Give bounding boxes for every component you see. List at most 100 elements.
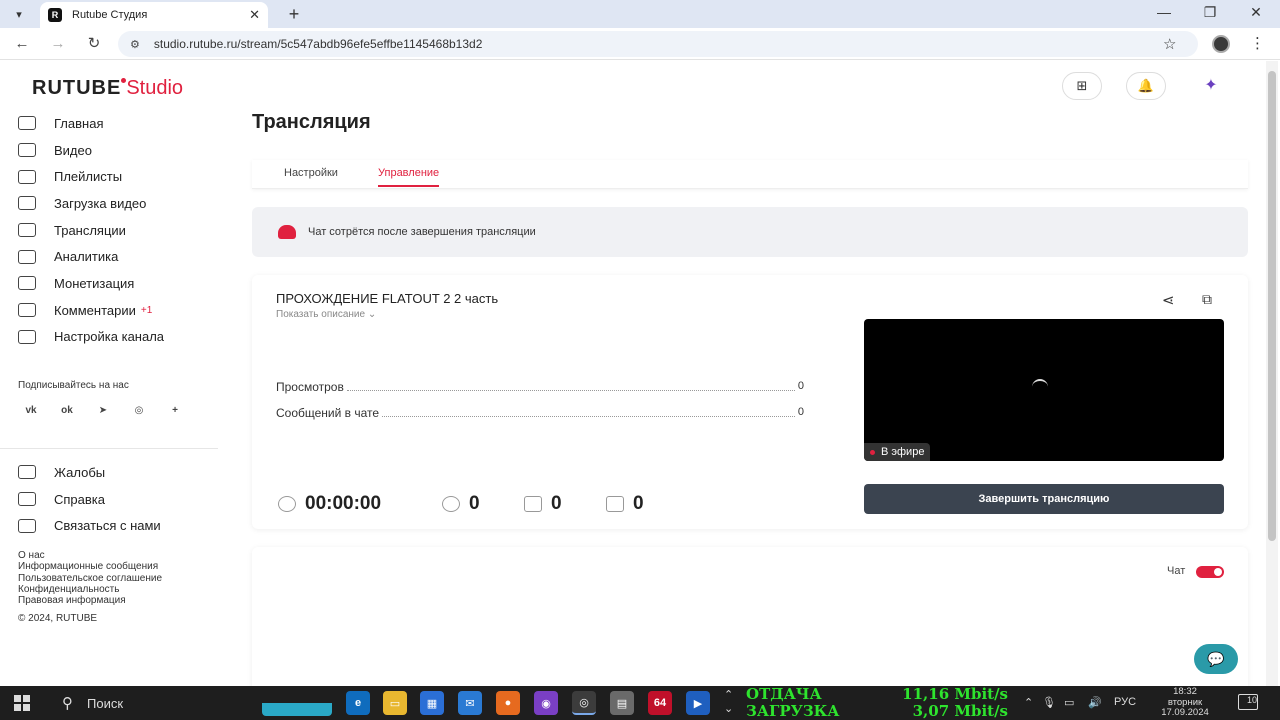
- share-icon[interactable]: ⋖: [1162, 291, 1175, 309]
- show-description-link[interactable]: Показать описание ⌄: [276, 309, 376, 320]
- tab-search-chevron-icon[interactable]: ▾: [8, 4, 30, 24]
- sidebar-item-home[interactable]: Главная: [18, 110, 218, 137]
- app-badge-icon[interactable]: ◉: [534, 691, 558, 715]
- sidebar-item-upload[interactable]: Загрузка видео: [18, 190, 218, 217]
- loading-spinner-icon: [1032, 379, 1048, 395]
- logo-studio: Studio: [126, 77, 184, 99]
- sidebar-item-playlists[interactable]: Плейлисты: [18, 163, 218, 190]
- clock-date: 17.09.2024: [1161, 707, 1209, 719]
- search-label: Поиск: [87, 695, 124, 711]
- sidebar-item-broadcasts[interactable]: Трансляции: [18, 217, 218, 244]
- footer-link-about[interactable]: О нас: [18, 550, 162, 561]
- likes-metric: 0: [524, 493, 562, 515]
- stream-card: ПРОХОЖДЕНИЕ FLATOUT 2 2 часть Показать о…: [252, 275, 1248, 529]
- language-indicator[interactable]: РУС: [1114, 696, 1136, 708]
- back-icon[interactable]: ←: [12, 34, 32, 54]
- url-text: studio.rutube.ru/stream/5c547abdb96efe5e…: [153, 37, 483, 51]
- minimize-icon[interactable]: —: [1154, 4, 1174, 20]
- stat-value: 0: [797, 380, 804, 392]
- bookmark-star-icon[interactable]: ☆: [1163, 35, 1176, 53]
- media-player-icon[interactable]: ▶: [686, 691, 710, 715]
- browser-tab[interactable]: R Rutube Студия ✕: [40, 2, 268, 28]
- sidebar-item-video[interactable]: Видео: [18, 137, 218, 164]
- windows-taskbar: ⚲ Поиск e ▭ ▦ ✉ ● ◉ ◎ ▤ 64 ▶ ⌃ ⌄ ОТДАЧА З…: [0, 686, 1280, 720]
- scrollbar-thumb[interactable]: [1268, 71, 1276, 541]
- sidebar-item-label: Трансляции: [54, 222, 126, 238]
- browser-menu-icon[interactable]: ⋮: [1250, 34, 1265, 52]
- notifications-button[interactable]: 🔔: [1126, 72, 1166, 100]
- follow-us-label: Подписывайтесь на нас: [18, 380, 129, 391]
- comments-badge: +1: [140, 304, 153, 316]
- tray-scroll-arrows-icon[interactable]: ⌃ ⌄: [724, 688, 733, 716]
- channel-avatar[interactable]: ✦: [1198, 75, 1224, 97]
- aida64-icon[interactable]: 64: [648, 691, 672, 715]
- forward-icon[interactable]: →: [48, 34, 68, 54]
- tray-chevron-icon[interactable]: ⌃: [1024, 696, 1033, 709]
- sidebar-item-label: Плейлисты: [54, 169, 123, 185]
- sidebar-item-channel-settings[interactable]: Настройка канала: [18, 324, 218, 351]
- telegram-icon[interactable]: ➤: [90, 399, 116, 421]
- stream-tabs: Настройки Управление: [252, 160, 1248, 189]
- store-icon[interactable]: ▦: [420, 691, 444, 715]
- tab-close-icon[interactable]: ✕: [249, 7, 260, 23]
- sidebar-item-monetization[interactable]: Монетизация: [18, 270, 218, 297]
- windows-start-icon[interactable]: [14, 695, 30, 711]
- network-app-icon[interactable]: ▤: [610, 691, 634, 715]
- window-close-icon[interactable]: ✕: [1246, 4, 1266, 21]
- new-tab-icon[interactable]: +: [284, 4, 304, 25]
- edge-icon[interactable]: e: [346, 691, 370, 715]
- footer-link-privacy[interactable]: Конфиденциальность: [18, 584, 162, 595]
- dot-leader: [346, 380, 795, 391]
- vk-icon[interactable]: vk: [18, 399, 44, 421]
- stat-chat-messages: Сообщений в чате 0: [276, 406, 804, 420]
- taskbar-clock[interactable]: 18:32 вторник 17.09.2024: [1152, 686, 1218, 719]
- viber-icon[interactable]: ◎: [126, 399, 152, 421]
- ok-icon[interactable]: ok: [54, 399, 80, 421]
- volume-icon[interactable]: 🔊: [1088, 696, 1102, 709]
- notification-center-icon[interactable]: 10: [1238, 694, 1258, 710]
- tab-settings[interactable]: Настройки: [284, 167, 338, 185]
- end-stream-button[interactable]: Завершить трансляцию: [864, 484, 1224, 514]
- sidebar-item-comments[interactable]: Комментарии +1: [18, 297, 218, 324]
- profile-avatar[interactable]: [1212, 35, 1230, 53]
- address-bar[interactable]: ⚙ studio.rutube.ru/stream/5c547abdb96efe…: [118, 31, 1198, 57]
- stat-label: Сообщений в чате: [276, 406, 380, 420]
- eye-icon: [442, 496, 460, 512]
- footer-link-legal[interactable]: Правовая информация: [18, 595, 162, 606]
- chat-toggle[interactable]: [1196, 566, 1224, 578]
- support-chat-button[interactable]: 💬: [1194, 644, 1238, 674]
- stat-value: 0: [797, 406, 804, 418]
- more-socials-icon[interactable]: +: [162, 399, 188, 421]
- footer-link-agreement[interactable]: Пользовательское соглашение: [18, 573, 162, 584]
- live-dot-icon: [870, 449, 875, 455]
- file-explorer-icon[interactable]: ▭: [383, 691, 407, 715]
- sidebar-item-complaints[interactable]: Жалобы: [18, 459, 218, 486]
- firefox-icon[interactable]: ●: [496, 691, 520, 715]
- footer-link-info[interactable]: Информационные сообщения: [18, 561, 162, 572]
- search-highlight-image: [262, 690, 332, 716]
- microphone-icon[interactable]: 🎙: [1042, 696, 1056, 709]
- rutube-studio-logo[interactable]: RUTUBE Studio: [32, 77, 183, 100]
- dislikes-value: 0: [633, 493, 644, 514]
- page-title: Трансляция: [252, 111, 371, 133]
- tab-management[interactable]: Управление: [378, 167, 440, 187]
- page-scrollbar[interactable]: [1266, 61, 1278, 686]
- sidebar-item-help[interactable]: Справка: [18, 486, 218, 513]
- restore-icon[interactable]: ❐: [1200, 4, 1220, 21]
- chrome-icon[interactable]: ◎: [572, 691, 596, 715]
- channel-settings-icon: [18, 329, 36, 344]
- net-upload-label: ОТДАЧА: [746, 685, 822, 703]
- sidebar-item-contact[interactable]: Связаться с нами: [18, 512, 218, 539]
- viewers-metric: 0: [442, 493, 480, 515]
- mail-icon[interactable]: ✉: [458, 691, 482, 715]
- open-external-icon[interactable]: ⧉: [1202, 291, 1212, 308]
- create-button[interactable]: ⊞: [1062, 72, 1102, 100]
- reload-icon[interactable]: ↻: [84, 34, 104, 54]
- chat-card: Чат: [252, 547, 1248, 686]
- network-icon[interactable]: ▭: [1064, 696, 1074, 709]
- browser-toolbar: ← → ↻ ⚙ studio.rutube.ru/stream/5c547abd…: [0, 28, 1280, 60]
- likes-value: 0: [551, 493, 562, 514]
- site-settings-icon[interactable]: ⚙: [130, 38, 140, 51]
- video-player[interactable]: В эфире: [864, 319, 1224, 461]
- sidebar-item-analytics[interactable]: Аналитика: [18, 243, 218, 270]
